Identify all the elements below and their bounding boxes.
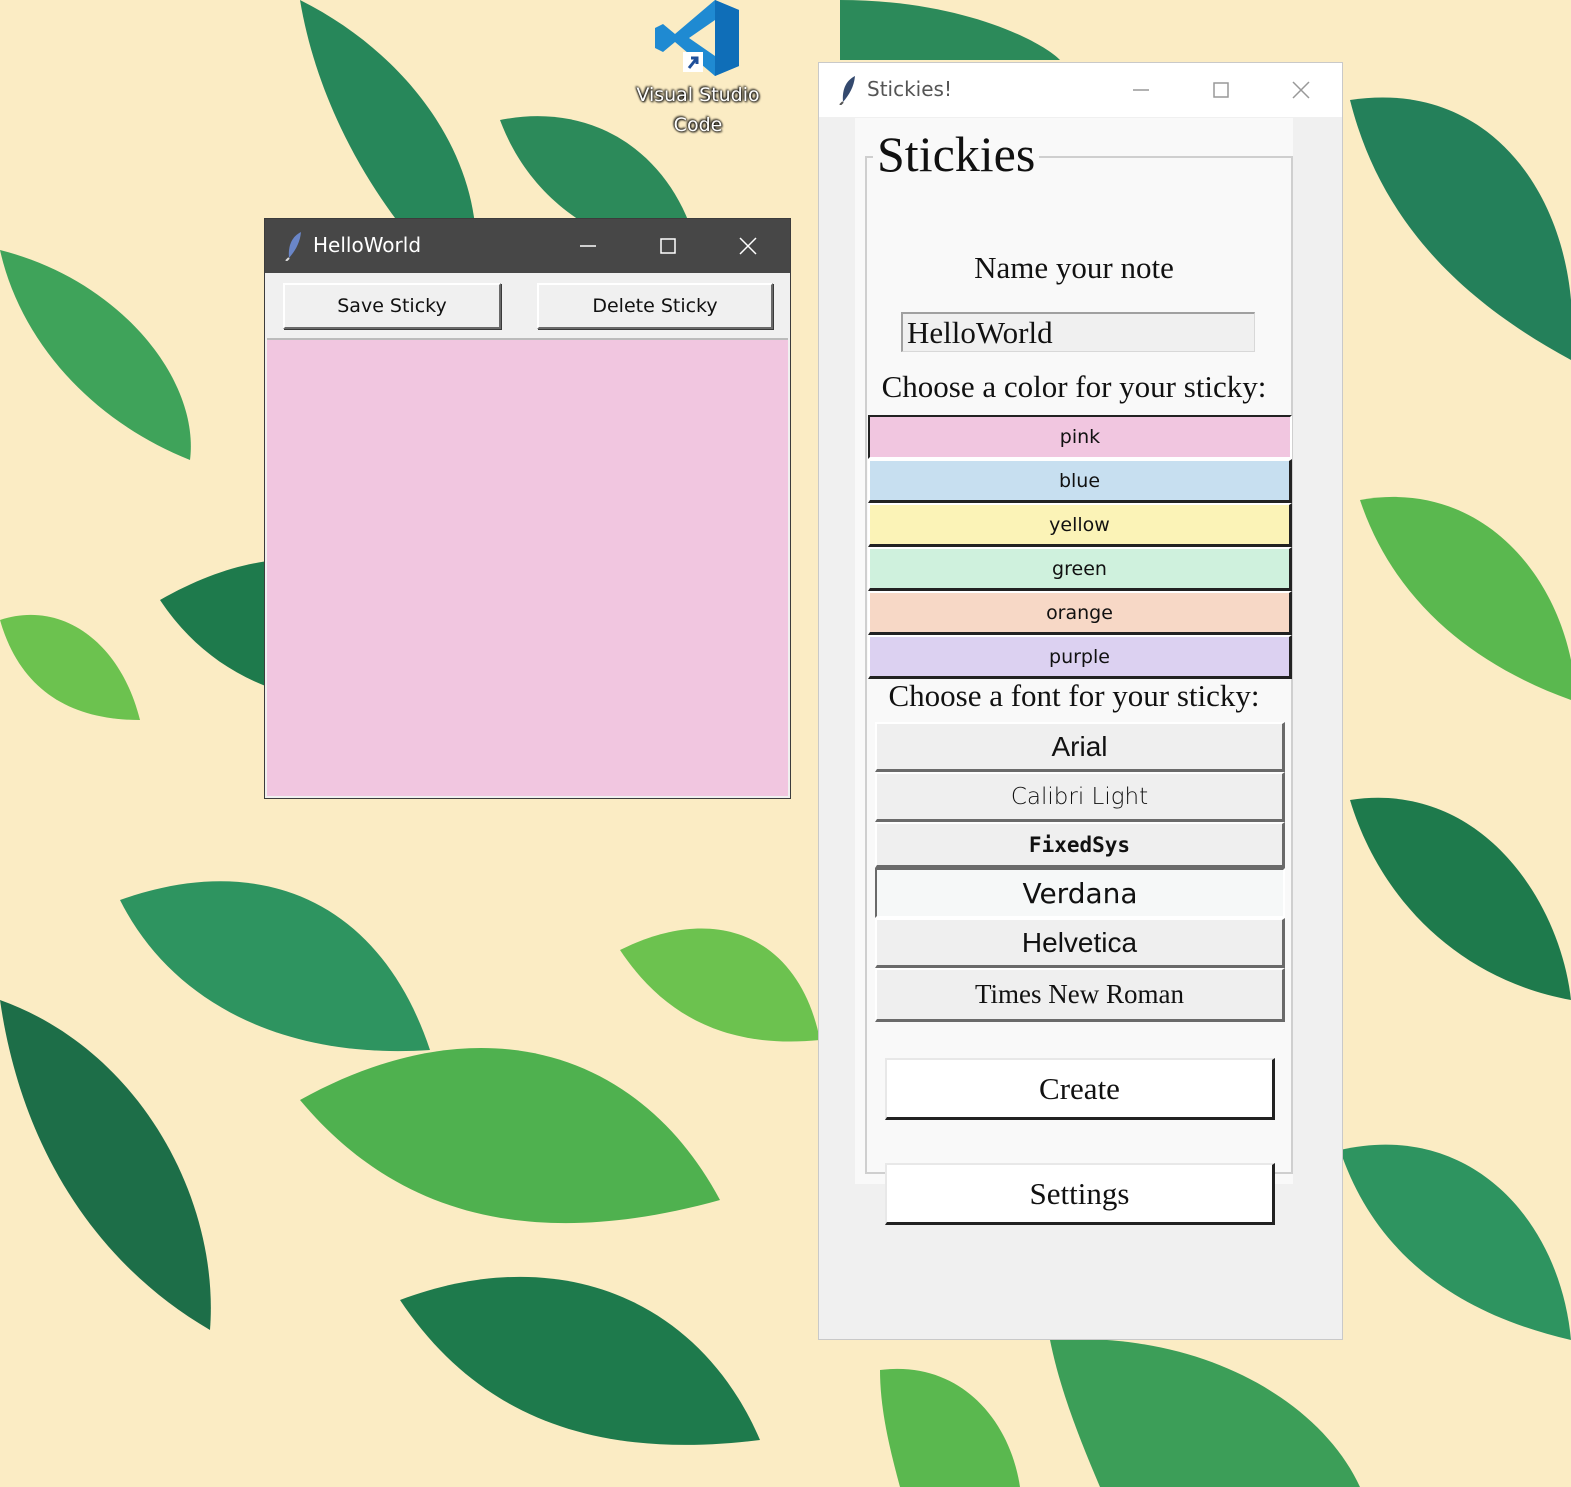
font-button-calibri-light[interactable]: Calibri Light [875,772,1285,822]
close-icon [739,237,757,255]
color-button-pink[interactable]: pink [868,415,1292,459]
window-title: HelloWorld [313,233,422,257]
color-button-green[interactable]: green [868,547,1292,591]
note-text-area[interactable] [267,338,788,796]
helloworld-titlebar[interactable]: HelloWorld [265,219,790,273]
close-button[interactable] [1261,63,1341,117]
note-name-input[interactable] [901,312,1255,352]
color-button-yellow[interactable]: yellow [868,503,1292,547]
stickies-window: Stickies! Stickies Name your note Choose… [818,62,1343,1340]
vscode-desktop-icon[interactable]: Visual Studio Code [628,0,768,140]
stickies-panel: Stickies Name your note Choose a color f… [855,118,1293,1225]
window-title: Stickies! [867,77,952,101]
font-button-fixedsys[interactable]: FixedSys [875,822,1285,868]
color-button-blue[interactable]: blue [868,459,1292,503]
font-button-verdana[interactable]: Verdana [875,868,1285,918]
feather-icon [285,232,301,261]
feather-icon [839,76,855,105]
settings-button[interactable]: Settings [885,1163,1275,1225]
stickies-titlebar[interactable]: Stickies! [819,63,1342,117]
color-label: Choose a color for your sticky: [881,369,1267,404]
font-button-helvetica[interactable]: Helvetica [875,918,1285,968]
color-button-purple[interactable]: purple [868,635,1292,679]
save-sticky-button[interactable]: Save Sticky [283,283,501,329]
font-label: Choose a font for your sticky: [888,678,1260,713]
maximize-button[interactable] [628,219,708,273]
name-label: Name your note [974,250,1174,285]
font-button-arial[interactable]: Arial [875,722,1285,772]
vscode-icon [655,0,739,76]
color-button-orange[interactable]: orange [868,591,1292,635]
close-button[interactable] [708,219,788,273]
delete-sticky-button[interactable]: Delete Sticky [537,283,773,329]
minimize-icon [580,245,596,247]
minimize-button[interactable] [1101,63,1181,117]
close-icon [1292,81,1310,99]
font-button-times-new-roman[interactable]: Times New Roman [875,968,1285,1022]
frame-title: Stickies [873,124,1040,184]
maximize-button[interactable] [1181,63,1261,117]
helloworld-window: HelloWorld Save Sticky Delete Sticky [264,218,791,799]
create-button[interactable]: Create [885,1058,1275,1120]
minimize-button[interactable] [548,219,628,273]
vscode-icon-label-line2: Code [673,114,723,136]
maximize-icon [1213,82,1229,98]
vscode-icon-label-line1: Visual Studio [636,84,760,106]
maximize-icon [660,238,676,254]
minimize-icon [1133,89,1149,91]
